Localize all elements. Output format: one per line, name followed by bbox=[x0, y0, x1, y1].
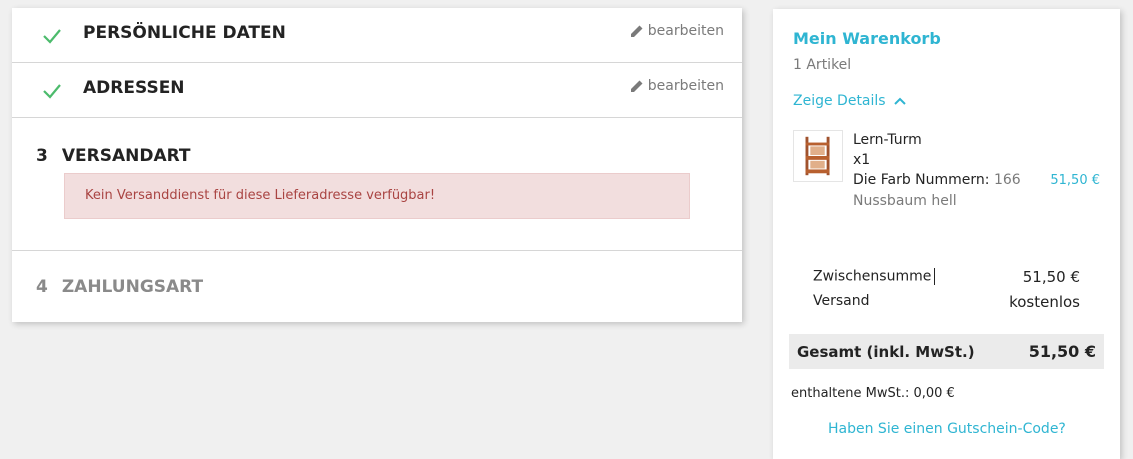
shipping-row: Versand kostenlos bbox=[813, 293, 1080, 311]
edit-button[interactable]: bearbeiten bbox=[630, 78, 724, 94]
voucher-link[interactable]: Haben Sie einen Gutschein-Code? bbox=[828, 421, 1066, 437]
product-image[interactable] bbox=[793, 130, 843, 182]
step-title: ZAHLUNGSART bbox=[61, 277, 204, 297]
product-price: 51,50 € bbox=[1050, 173, 1100, 188]
product-quantity: x1 bbox=[853, 152, 871, 168]
step-shipping-method: 3 VERSANDART Kein Versanddienst für dies… bbox=[12, 118, 742, 251]
chevron-up-icon bbox=[893, 97, 906, 105]
step-header: 4 ZAHLUNGSART bbox=[36, 277, 203, 297]
pencil-icon bbox=[630, 25, 643, 37]
step-title: Persönliche Daten bbox=[83, 23, 286, 43]
step-addresses[interactable]: Adressen bearbeiten bbox=[12, 63, 742, 118]
step-payment: 4 ZAHLUNGSART bbox=[12, 251, 742, 322]
product-name: Lern-Turm bbox=[853, 132, 922, 148]
attribute-value-2: Nussbaum hell bbox=[853, 193, 957, 209]
cart-summary: Mein Warenkorb 1 Artikel Zeige Details L… bbox=[773, 9, 1120, 459]
step-header: 3 VERSANDART bbox=[36, 146, 191, 166]
edit-label: bearbeiten bbox=[647, 78, 724, 94]
step-title: VERSANDART bbox=[61, 146, 191, 166]
step-title: Adressen bbox=[83, 78, 185, 98]
step-number: 3 bbox=[36, 146, 48, 166]
cart-title: Mein Warenkorb bbox=[793, 29, 941, 48]
show-details-toggle[interactable]: Zeige Details bbox=[793, 93, 906, 109]
edit-button[interactable]: bearbeiten bbox=[630, 23, 724, 39]
edit-label: bearbeiten bbox=[647, 23, 724, 39]
checkout-steps: Persönliche Daten bearbeiten Adressen be… bbox=[12, 8, 742, 322]
shipping-error-alert: Kein Versanddienst für diese Lieferadres… bbox=[64, 173, 690, 219]
text-cursor bbox=[934, 268, 936, 285]
total-row: Gesamt (inkl. MwSt.) 51,50 € bbox=[789, 334, 1104, 369]
pencil-icon bbox=[630, 80, 643, 92]
check-icon bbox=[43, 29, 61, 44]
shipping-value: kostenlos bbox=[1009, 293, 1080, 311]
show-details-label: Zeige Details bbox=[793, 93, 886, 109]
step-number: 4 bbox=[36, 277, 48, 297]
cart-item-count: 1 Artikel bbox=[793, 57, 852, 73]
step-personal-data[interactable]: Persönliche Daten bearbeiten bbox=[12, 8, 742, 63]
check-icon bbox=[43, 84, 61, 99]
subtotal-value: 51,50 € bbox=[1022, 268, 1080, 286]
shipping-label: Versand bbox=[813, 293, 870, 309]
subtotal-label: Zwischensumme bbox=[813, 268, 932, 285]
product-attribute: Die Farb Nummern: 166 bbox=[853, 172, 1021, 188]
total-value: 51,50 € bbox=[1028, 342, 1096, 361]
subtotal-row: Zwischensumme 51,50 € bbox=[813, 268, 1080, 286]
learning-tower-image bbox=[805, 136, 830, 176]
attribute-value: 166 bbox=[993, 172, 1021, 188]
total-label: Gesamt (inkl. MwSt.) bbox=[797, 342, 975, 361]
attribute-label: Die Farb Nummern: bbox=[853, 172, 990, 188]
tax-info: enthaltene MwSt.: 0,00 € bbox=[791, 386, 955, 401]
